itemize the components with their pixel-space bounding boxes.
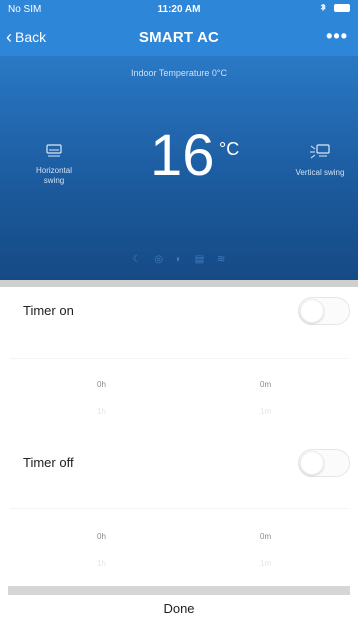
- horizontal-swing-button[interactable]: Horizontal swing: [17, 144, 91, 186]
- status-time: 11:20 AM: [157, 4, 201, 15]
- timer-off-minutes-next: 1m: [260, 559, 272, 568]
- status-icons: [315, 3, 350, 14]
- timer-on-picker[interactable]: 0h 0m 1h 1m: [0, 330, 358, 440]
- vertical-swing-button[interactable]: Vertical swing: [283, 144, 357, 178]
- panel-divider: [0, 280, 358, 287]
- page-title: SMART AC: [138, 29, 220, 46]
- battery-icon: [334, 4, 350, 13]
- power-icon[interactable]: ◎: [154, 254, 163, 265]
- timer-off-hours[interactable]: 0h: [97, 532, 106, 541]
- timer-on-minutes[interactable]: 0m: [260, 380, 271, 389]
- done-button[interactable]: Done: [0, 601, 358, 616]
- timer-off-toggle-knob: [300, 451, 324, 475]
- timer-on-minutes-next: 1m: [260, 407, 272, 416]
- display-icon[interactable]: ▤: [195, 254, 204, 265]
- vertical-swing-label: Vertical swing: [295, 168, 345, 177]
- mode-icon-row: ☾ ◎ ◐ ▤ ≋: [0, 254, 358, 265]
- timer-off-hours-next: 1h: [97, 559, 106, 568]
- timer-on-toggle[interactable]: [298, 297, 350, 325]
- timer-off-label: Timer off: [23, 455, 74, 470]
- timer-off-toggle[interactable]: [298, 449, 350, 477]
- top-panel: No SIM 11:20 AM ‹ Back SMART AC ••• Indo…: [0, 0, 358, 280]
- more-menu-button[interactable]: •••: [326, 26, 348, 47]
- timer-on-toggle-knob: [300, 299, 324, 323]
- horizontal-swing-icon: [46, 144, 62, 157]
- fan-icon[interactable]: ◐: [176, 254, 182, 265]
- temperature-unit: °C: [219, 139, 240, 159]
- timer-off-picker[interactable]: 0h 0m 1h 1m: [0, 480, 358, 590]
- indoor-temperature-label: Indoor Temperature 0°C: [131, 68, 227, 78]
- timer-on-hours-next: 1h: [97, 407, 106, 416]
- nav-bar: ‹ Back SMART AC •••: [0, 20, 358, 56]
- status-bar: No SIM 11:20 AM: [0, 0, 358, 20]
- wind-icon[interactable]: ≋: [217, 254, 225, 265]
- horizontal-swing-label: Horizontal swing: [35, 166, 72, 185]
- timer-on-label: Timer on: [23, 303, 74, 318]
- timer-on-hours[interactable]: 0h: [97, 380, 106, 389]
- ac-control-panel: Indoor Temperature 0°C Horizontal swing …: [0, 56, 358, 280]
- vertical-swing-icon: [310, 144, 330, 159]
- timer-off-minutes[interactable]: 0m: [260, 532, 271, 541]
- temperature-value: 16: [150, 123, 215, 188]
- bluetooth-icon: [320, 4, 326, 12]
- mode-icon[interactable]: ☾: [133, 254, 142, 265]
- bottom-divider: [8, 586, 350, 595]
